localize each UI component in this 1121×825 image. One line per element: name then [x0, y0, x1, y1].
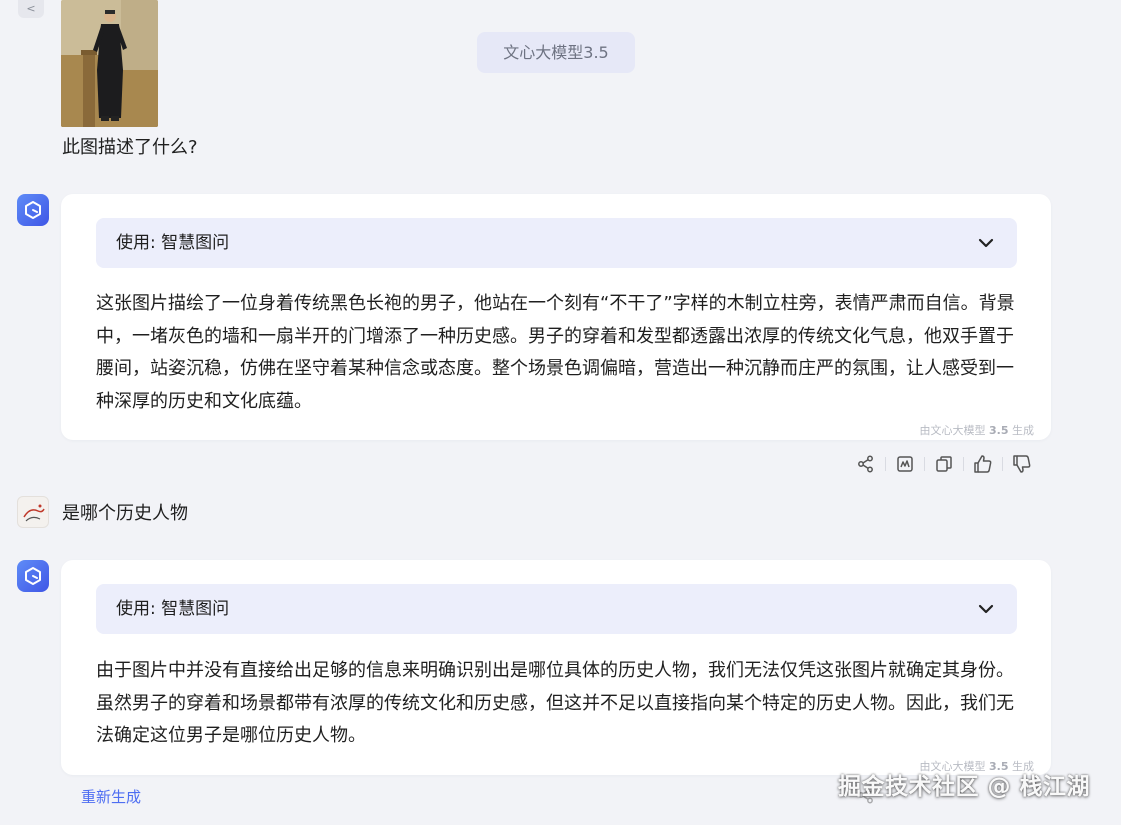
uploaded-photo [61, 0, 158, 127]
thumbs-up-button[interactable] [969, 450, 997, 478]
chevron-down-icon [978, 238, 994, 248]
assistant-reply-text: 这张图片描绘了一位身着传统黑色长袍的男子，他站在一个刻有“不干了”字样的木制立柱… [96, 293, 1015, 412]
watermark: 掘金技术社区 @ 栈江湖 [838, 774, 1091, 800]
chart-icon [897, 456, 913, 472]
tool-usage-label: 使用: 智慧图问 [116, 233, 230, 253]
thumbs-down-icon [1013, 455, 1031, 473]
tool-usage-dropdown[interactable]: 使用: 智慧图问 [96, 218, 1017, 268]
divider [885, 457, 886, 471]
assistant-reply-text: 由于图片中并没有直接给出足够的信息来明确识别出是哪位具体的历史人物，我们无法仅凭… [96, 660, 1014, 746]
back-button[interactable]: < [18, 0, 44, 18]
model-version-chip[interactable]: 文心大模型3.5 [477, 32, 635, 73]
regenerate-button[interactable]: 重新生成 [81, 786, 141, 808]
assistant-reply-card: 使用: 智慧图问 由于图片中并没有直接给出足够的信息来明确识别出是哪位具体的历史… [61, 560, 1051, 775]
thumbs-up-icon [974, 455, 992, 473]
thumbs-down-button[interactable] [1008, 450, 1036, 478]
divider [963, 457, 964, 471]
copy-icon [936, 456, 952, 472]
user-message: 此图描述了什么? [62, 137, 198, 158]
share-icon [858, 455, 873, 473]
share-button[interactable] [852, 450, 880, 478]
assistant-avatar [17, 194, 49, 226]
assistant-avatar [17, 560, 49, 592]
assistant-reply-card: 使用: 智慧图问 这张图片描绘了一位身着传统黑色长袍的男子，他站在一个刻有“不干… [61, 194, 1051, 440]
reply-action-bar [852, 450, 1042, 478]
tool-usage-label: 使用: 智慧图问 [116, 599, 230, 619]
cube-logo-icon [25, 567, 41, 585]
tool-usage-dropdown[interactable]: 使用: 智慧图问 [96, 584, 1017, 634]
generated-by-note: 由文心大模型 3.5 生成 [919, 424, 1035, 437]
divider [1002, 457, 1003, 471]
copy-button[interactable] [930, 450, 958, 478]
user-avatar [17, 496, 49, 528]
cube-logo-icon [25, 201, 41, 219]
chevron-down-icon [978, 604, 994, 614]
chart-button[interactable] [891, 450, 919, 478]
user-message: 是哪个历史人物 [62, 503, 188, 524]
divider [924, 457, 925, 471]
